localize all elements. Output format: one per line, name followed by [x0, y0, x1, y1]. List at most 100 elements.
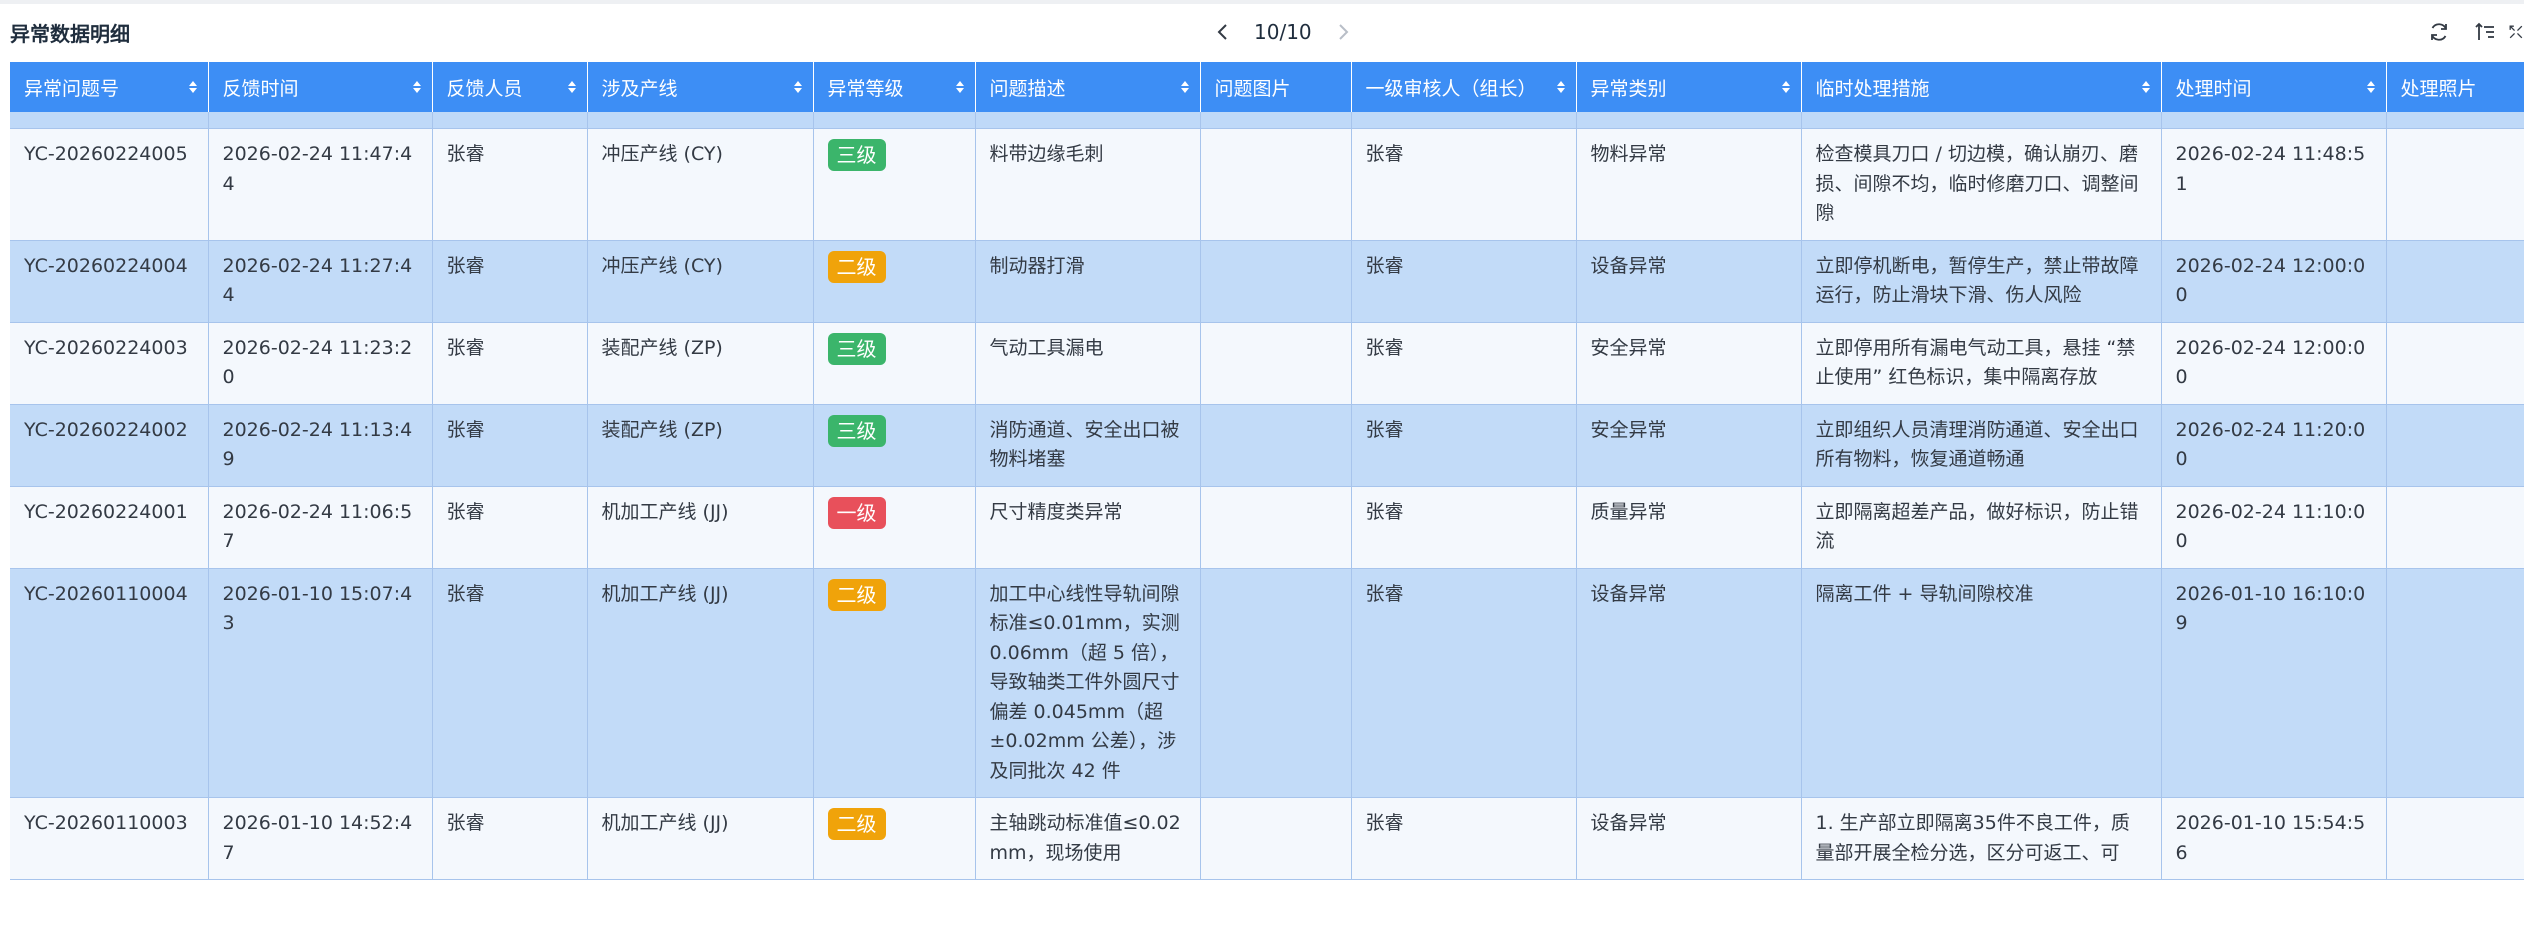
column-header[interactable]: 异常等级 [813, 62, 976, 112]
cell-handle-photo [2386, 486, 2524, 569]
prev-page-button[interactable] [1206, 15, 1240, 49]
cell-issue-image [1200, 322, 1352, 405]
cell-reporter: 张睿 [432, 128, 588, 241]
cell-issue-image [1200, 486, 1352, 569]
cell-issue-id: YC-20260110003 [10, 797, 209, 880]
column-header[interactable]: 临时处理措施 [1801, 62, 2162, 112]
column-header-label: 一级审核人（组长） [1365, 77, 1537, 100]
cell-temp-measure: 立即停机断电，暂停生产，禁止带故障运行，防止滑块下滑、伤人风险 [1801, 240, 2162, 323]
level-badge: 三级 [827, 414, 886, 447]
cell-temp-measure: 立即组织人员清理消防通道、安全出口所有物料，恢复通道畅通 [1801, 404, 2162, 487]
cell-issue-id: YC-20260224001 [10, 486, 209, 569]
column-header-label: 问题描述 [989, 77, 1066, 100]
column-header-label: 问题图片 [1214, 77, 1291, 100]
column-settings-icon [2475, 22, 2494, 40]
cell-handle-photo [2386, 568, 2524, 798]
column-header[interactable]: 异常类别 [1576, 62, 1802, 112]
cell-feedback-time: 2026-02-24 11:13:49 [208, 404, 433, 487]
table-row[interactable]: YC-20260224005 2026-02-24 11:47:44 张睿 冲压产线 … [10, 128, 2524, 241]
cell-temp-measure: 隔离工件 + 导轨间隙校准 [1801, 568, 2162, 798]
column-header-label: 处理时间 [2175, 77, 2252, 100]
cell-level: 二级 [813, 240, 976, 323]
column-header[interactable]: 处理时间 [2161, 62, 2387, 112]
column-settings-button[interactable] [2462, 14, 2508, 50]
table-row[interactable]: YC-20260110003 2026-01-10 14:52:47 张睿 机加工产线… [10, 797, 2524, 880]
table-row[interactable]: YC-20260224001 2026-02-24 11:06:57 张睿 机加工产线… [10, 486, 2524, 569]
cell-production-line: 冲压产线 (CY) [587, 128, 814, 241]
cell-handle-time: 2026-02-24 11:48:51 [2161, 128, 2387, 241]
cell-temp-measure: 立即隔离超差产品，做好标识，防止错流 [1801, 486, 2162, 569]
column-header-label: 处理照片 [2400, 77, 2477, 100]
cell-reporter: 张睿 [432, 797, 588, 880]
sort-icon [955, 81, 964, 93]
column-header-label: 临时处理措施 [1815, 77, 1930, 100]
column-header[interactable]: 涉及产线 [587, 62, 814, 112]
table-row[interactable]: YC-20260224002 2026-02-24 11:13:49 张睿 装配产线 … [10, 404, 2524, 487]
cell-issue-image [1200, 797, 1352, 880]
column-header[interactable]: 问题描述 [975, 62, 1201, 112]
cell-category: 安全异常 [1576, 322, 1802, 405]
table-row[interactable]: YC-20260110004 2026-01-10 15:07:43 张睿 机加工产线… [10, 568, 2524, 798]
chevron-right-icon [1338, 24, 1349, 40]
next-page-button[interactable] [1326, 15, 1360, 49]
table-header-row: 异常问题号 反馈时间 反馈人员 涉及产线 异常等级 问题描述 问题图片 一级审核人（组长） 异常… [10, 62, 2524, 112]
cell-description: 消防通道、安全出口被物料堵塞 [975, 404, 1201, 487]
level-badge: 二级 [827, 808, 886, 840]
cell-reporter: 张睿 [432, 404, 588, 487]
sort-icon [567, 81, 576, 93]
column-header[interactable]: 反馈人员 [432, 62, 588, 112]
cell-description: 加工中心线性导轨间隙标准≤0.01mm，实测 0.06mm（超 5 倍），导致轴… [975, 568, 1201, 798]
sort-icon [793, 81, 802, 93]
cell-handle-photo [2386, 128, 2524, 241]
cell-temp-measure: 立即停用所有漏电气动工具，悬挂 “禁止使用” 红色标识，集中隔离存放 [1801, 322, 2162, 405]
cell-level: 二级 [813, 568, 976, 798]
cell-production-line: 机加工产线 (JJ) [587, 486, 814, 569]
sort-icon [1180, 81, 1189, 93]
cell-issue-id: YC-20260224004 [10, 240, 209, 323]
cell-handle-photo [2386, 322, 2524, 405]
page-indicator: 10/10 [1254, 20, 1312, 44]
cell-description: 尺寸精度类异常 [975, 486, 1201, 569]
cell-auditor: 张睿 [1351, 322, 1577, 405]
column-header[interactable]: 一级审核人（组长） [1351, 62, 1577, 112]
cell-production-line: 机加工产线 (JJ) [587, 797, 814, 880]
cell-auditor: 张睿 [1351, 568, 1577, 798]
cell-description: 气动工具漏电 [975, 322, 1201, 405]
cell-level: 三级 [813, 404, 976, 487]
cell-level: 二级 [813, 797, 976, 880]
column-header-label: 反馈时间 [222, 77, 299, 100]
cell-production-line: 装配产线 (ZP) [587, 322, 814, 405]
chevron-left-icon [1217, 24, 1227, 40]
cell-issue-image [1200, 240, 1352, 323]
cell-auditor: 张睿 [1351, 797, 1577, 880]
fullscreen-icon [2509, 25, 2523, 39]
column-header[interactable]: 反馈时间 [208, 62, 433, 112]
page-title: 异常数据明细 [10, 22, 130, 46]
cell-production-line: 冲压产线 (CY) [587, 240, 814, 323]
cell-reporter: 张睿 [432, 568, 588, 798]
table-row[interactable]: YC-20260224003 2026-02-24 11:23:20 张睿 装配产线 … [10, 322, 2524, 405]
level-badge: 二级 [827, 250, 886, 283]
cell-issue-id: YC-20260224005 [10, 128, 209, 241]
cell-auditor: 张睿 [1351, 486, 1577, 569]
cell-handle-photo [2386, 240, 2524, 323]
cell-handle-time: 2026-02-24 12:00:00 [2161, 240, 2387, 323]
cell-production-line: 装配产线 (ZP) [587, 404, 814, 487]
pagination: 10/10 [1206, 12, 1360, 52]
column-header-label: 反馈人员 [446, 77, 523, 100]
cell-level: 一级 [813, 486, 976, 569]
cell-feedback-time: 2026-01-10 15:07:43 [208, 568, 433, 798]
column-header-label: 涉及产线 [601, 77, 678, 100]
cell-reporter: 张睿 [432, 240, 588, 323]
fullscreen-button[interactable] [2508, 14, 2524, 50]
sort-icon [412, 81, 421, 93]
table-row[interactable]: YC-20260224004 2026-02-24 11:27:44 张睿 冲压产线 … [10, 240, 2524, 323]
refresh-button[interactable] [2416, 14, 2462, 50]
data-table: 异常问题号 反馈时间 反馈人员 涉及产线 异常等级 问题描述 问题图片 一级审核人（组长） 异常… [10, 62, 2524, 930]
level-badge: 三级 [827, 332, 886, 365]
cell-issue-image [1200, 568, 1352, 798]
sort-icon [1556, 81, 1565, 93]
cell-level: 三级 [813, 128, 976, 241]
column-header[interactable]: 异常问题号 [10, 62, 209, 112]
cell-feedback-time: 2026-01-10 14:52:47 [208, 797, 433, 880]
